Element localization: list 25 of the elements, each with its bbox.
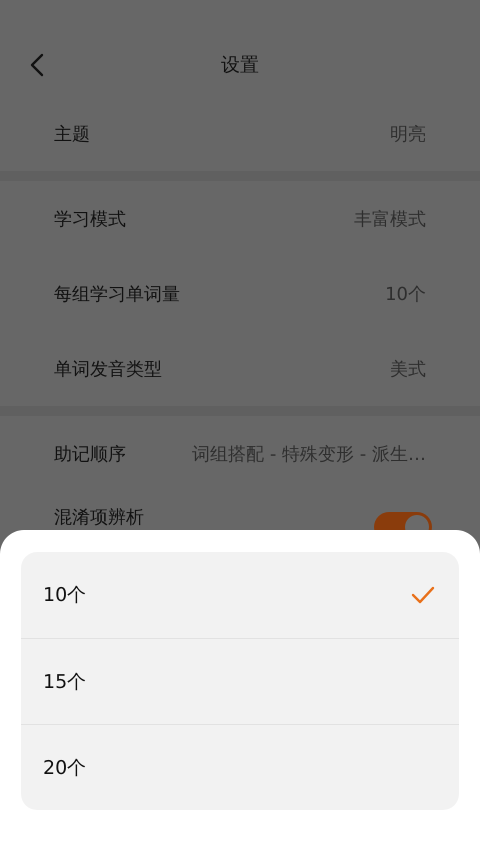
setting-label: 混淆项辨析 — [54, 506, 144, 529]
setting-value: 丰富模式 — [354, 208, 426, 230]
setting-label: 助记顺序 — [54, 442, 126, 466]
setting-row[interactable]: 每组学习单词量 10个 — [0, 256, 480, 331]
option-item[interactable]: 15个 — [21, 638, 459, 724]
setting-value: 词组搭配 - 特殊变形 - 派生… — [192, 442, 426, 466]
option-label: 10个 — [43, 583, 86, 608]
setting-row[interactable]: 单词发音类型 美式 — [0, 331, 480, 406]
setting-label: 每组学习单词量 — [54, 282, 180, 306]
setting-value: 美式 — [390, 358, 426, 380]
setting-value: 明亮 — [390, 122, 426, 146]
back-icon — [30, 53, 44, 77]
setting-row[interactable]: 学习模式 丰富模式 — [0, 181, 480, 256]
check-icon — [411, 586, 435, 604]
option-label: 15个 — [43, 670, 86, 694]
setting-row[interactable]: 助记顺序 词组搭配 - 特殊变形 - 派生… — [0, 416, 480, 491]
option-item[interactable]: 10个 — [21, 552, 459, 638]
setting-value: 10个 — [385, 282, 426, 306]
option-item[interactable]: 20个 — [21, 724, 459, 810]
setting-label: 主题 — [54, 122, 90, 146]
setting-row[interactable]: 主题 明亮 — [0, 96, 480, 171]
page-title: 设置 — [221, 53, 259, 78]
option-label: 20个 — [43, 756, 86, 780]
setting-label: 学习模式 — [54, 208, 126, 230]
setting-label: 单词发音类型 — [54, 358, 162, 380]
